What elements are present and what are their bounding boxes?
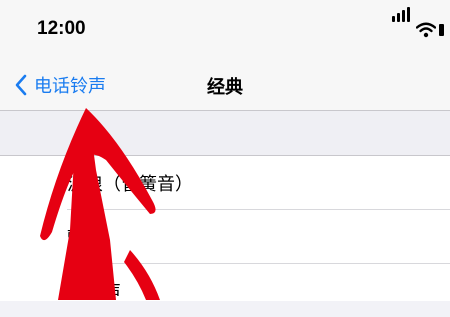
page-title: 经典 xyxy=(207,77,243,98)
status-bar: 12:00 xyxy=(0,0,450,60)
ringtone-list: 波浪（管簧音） 颤音 弹球声 xyxy=(0,155,450,303)
list-item[interactable]: 颤音 xyxy=(67,210,450,263)
list-item[interactable]: 弹球声 xyxy=(67,264,450,317)
status-time: 12:00 xyxy=(37,18,86,39)
list-item[interactable]: 波浪（管簧音） xyxy=(67,156,450,209)
section-spacer xyxy=(0,111,450,155)
battery-icon xyxy=(439,24,444,36)
wifi-icon xyxy=(416,22,436,38)
